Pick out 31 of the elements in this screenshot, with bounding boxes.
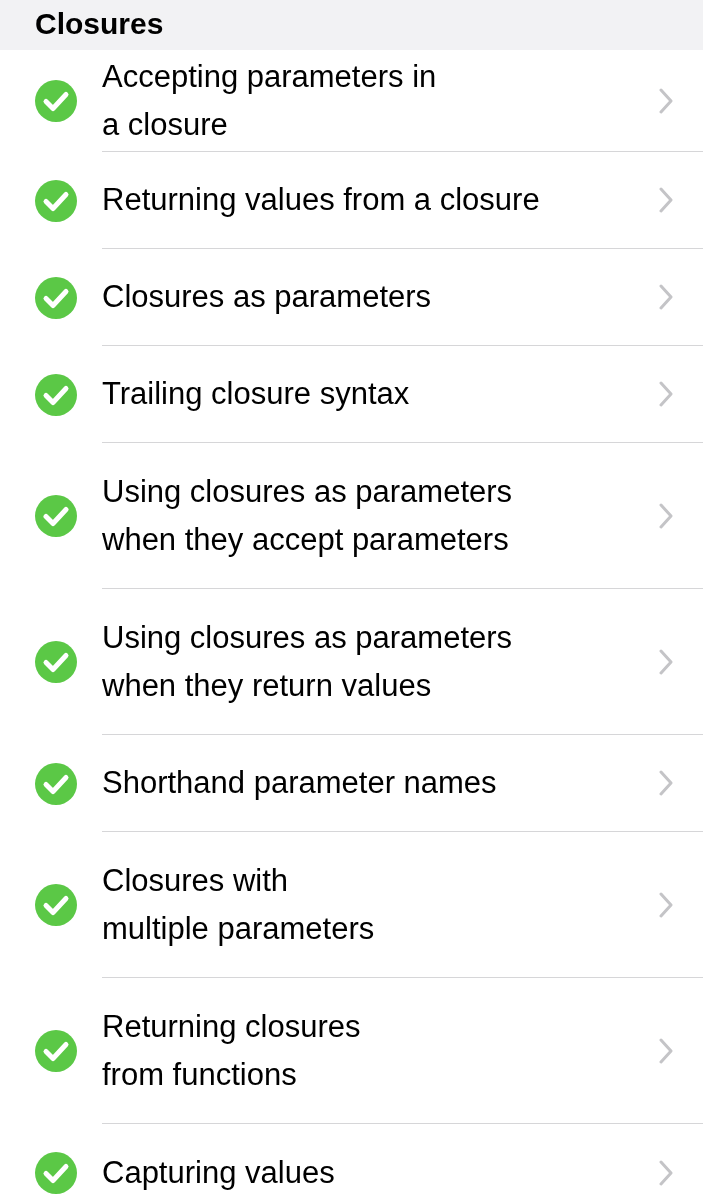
lesson-title: Shorthand parameter names [102, 764, 498, 802]
lesson-row[interactable]: Capturing values [0, 1124, 703, 1200]
lesson-title: Returning closures from functions [102, 1007, 362, 1094]
chevron-right-icon [659, 87, 673, 114]
lesson-row[interactable]: Using closures as parameters when they accept parameters [0, 443, 703, 589]
lesson-row[interactable]: Accepting parameters in a closure [0, 50, 703, 152]
lesson-title: Closures as parameters [102, 278, 433, 316]
lesson-row[interactable]: Shorthand parameter names [0, 735, 703, 832]
lesson-row[interactable]: Closures as parameters [0, 249, 703, 346]
chevron-right-icon [659, 770, 673, 796]
lesson-row[interactable]: Closures with multiple parameters [0, 832, 703, 978]
lesson-title: Using closures as parameters when they return values [102, 618, 514, 705]
chevron-right-icon [659, 502, 673, 529]
chevron-right-icon [659, 187, 673, 213]
chevron-right-icon [659, 381, 673, 407]
chevron-right-icon [659, 1037, 673, 1064]
lesson-title: Closures with multiple parameters [102, 861, 376, 948]
lesson-title: Capturing values [102, 1153, 336, 1192]
chevron-right-icon [659, 1159, 673, 1186]
chevron-right-icon [659, 891, 673, 918]
lesson-title: Accepting parameters in a closure [102, 57, 438, 144]
lesson-title: Returning values from a closure [102, 181, 541, 219]
lesson-row[interactable]: Returning values from a closure [0, 152, 703, 249]
section-title: Closures [35, 6, 164, 42]
lesson-row[interactable]: Trailing closure syntax [0, 346, 703, 443]
lesson-row[interactable]: Using closures as parameters when they return values [0, 589, 703, 735]
chevron-right-icon [659, 648, 673, 675]
lesson-title: Using closures as parameters when they accept parameters [102, 472, 514, 559]
lesson-title: Trailing closure syntax [102, 375, 411, 413]
lesson-row[interactable]: Returning closures from functions [0, 978, 703, 1124]
chevron-right-icon [659, 284, 673, 310]
